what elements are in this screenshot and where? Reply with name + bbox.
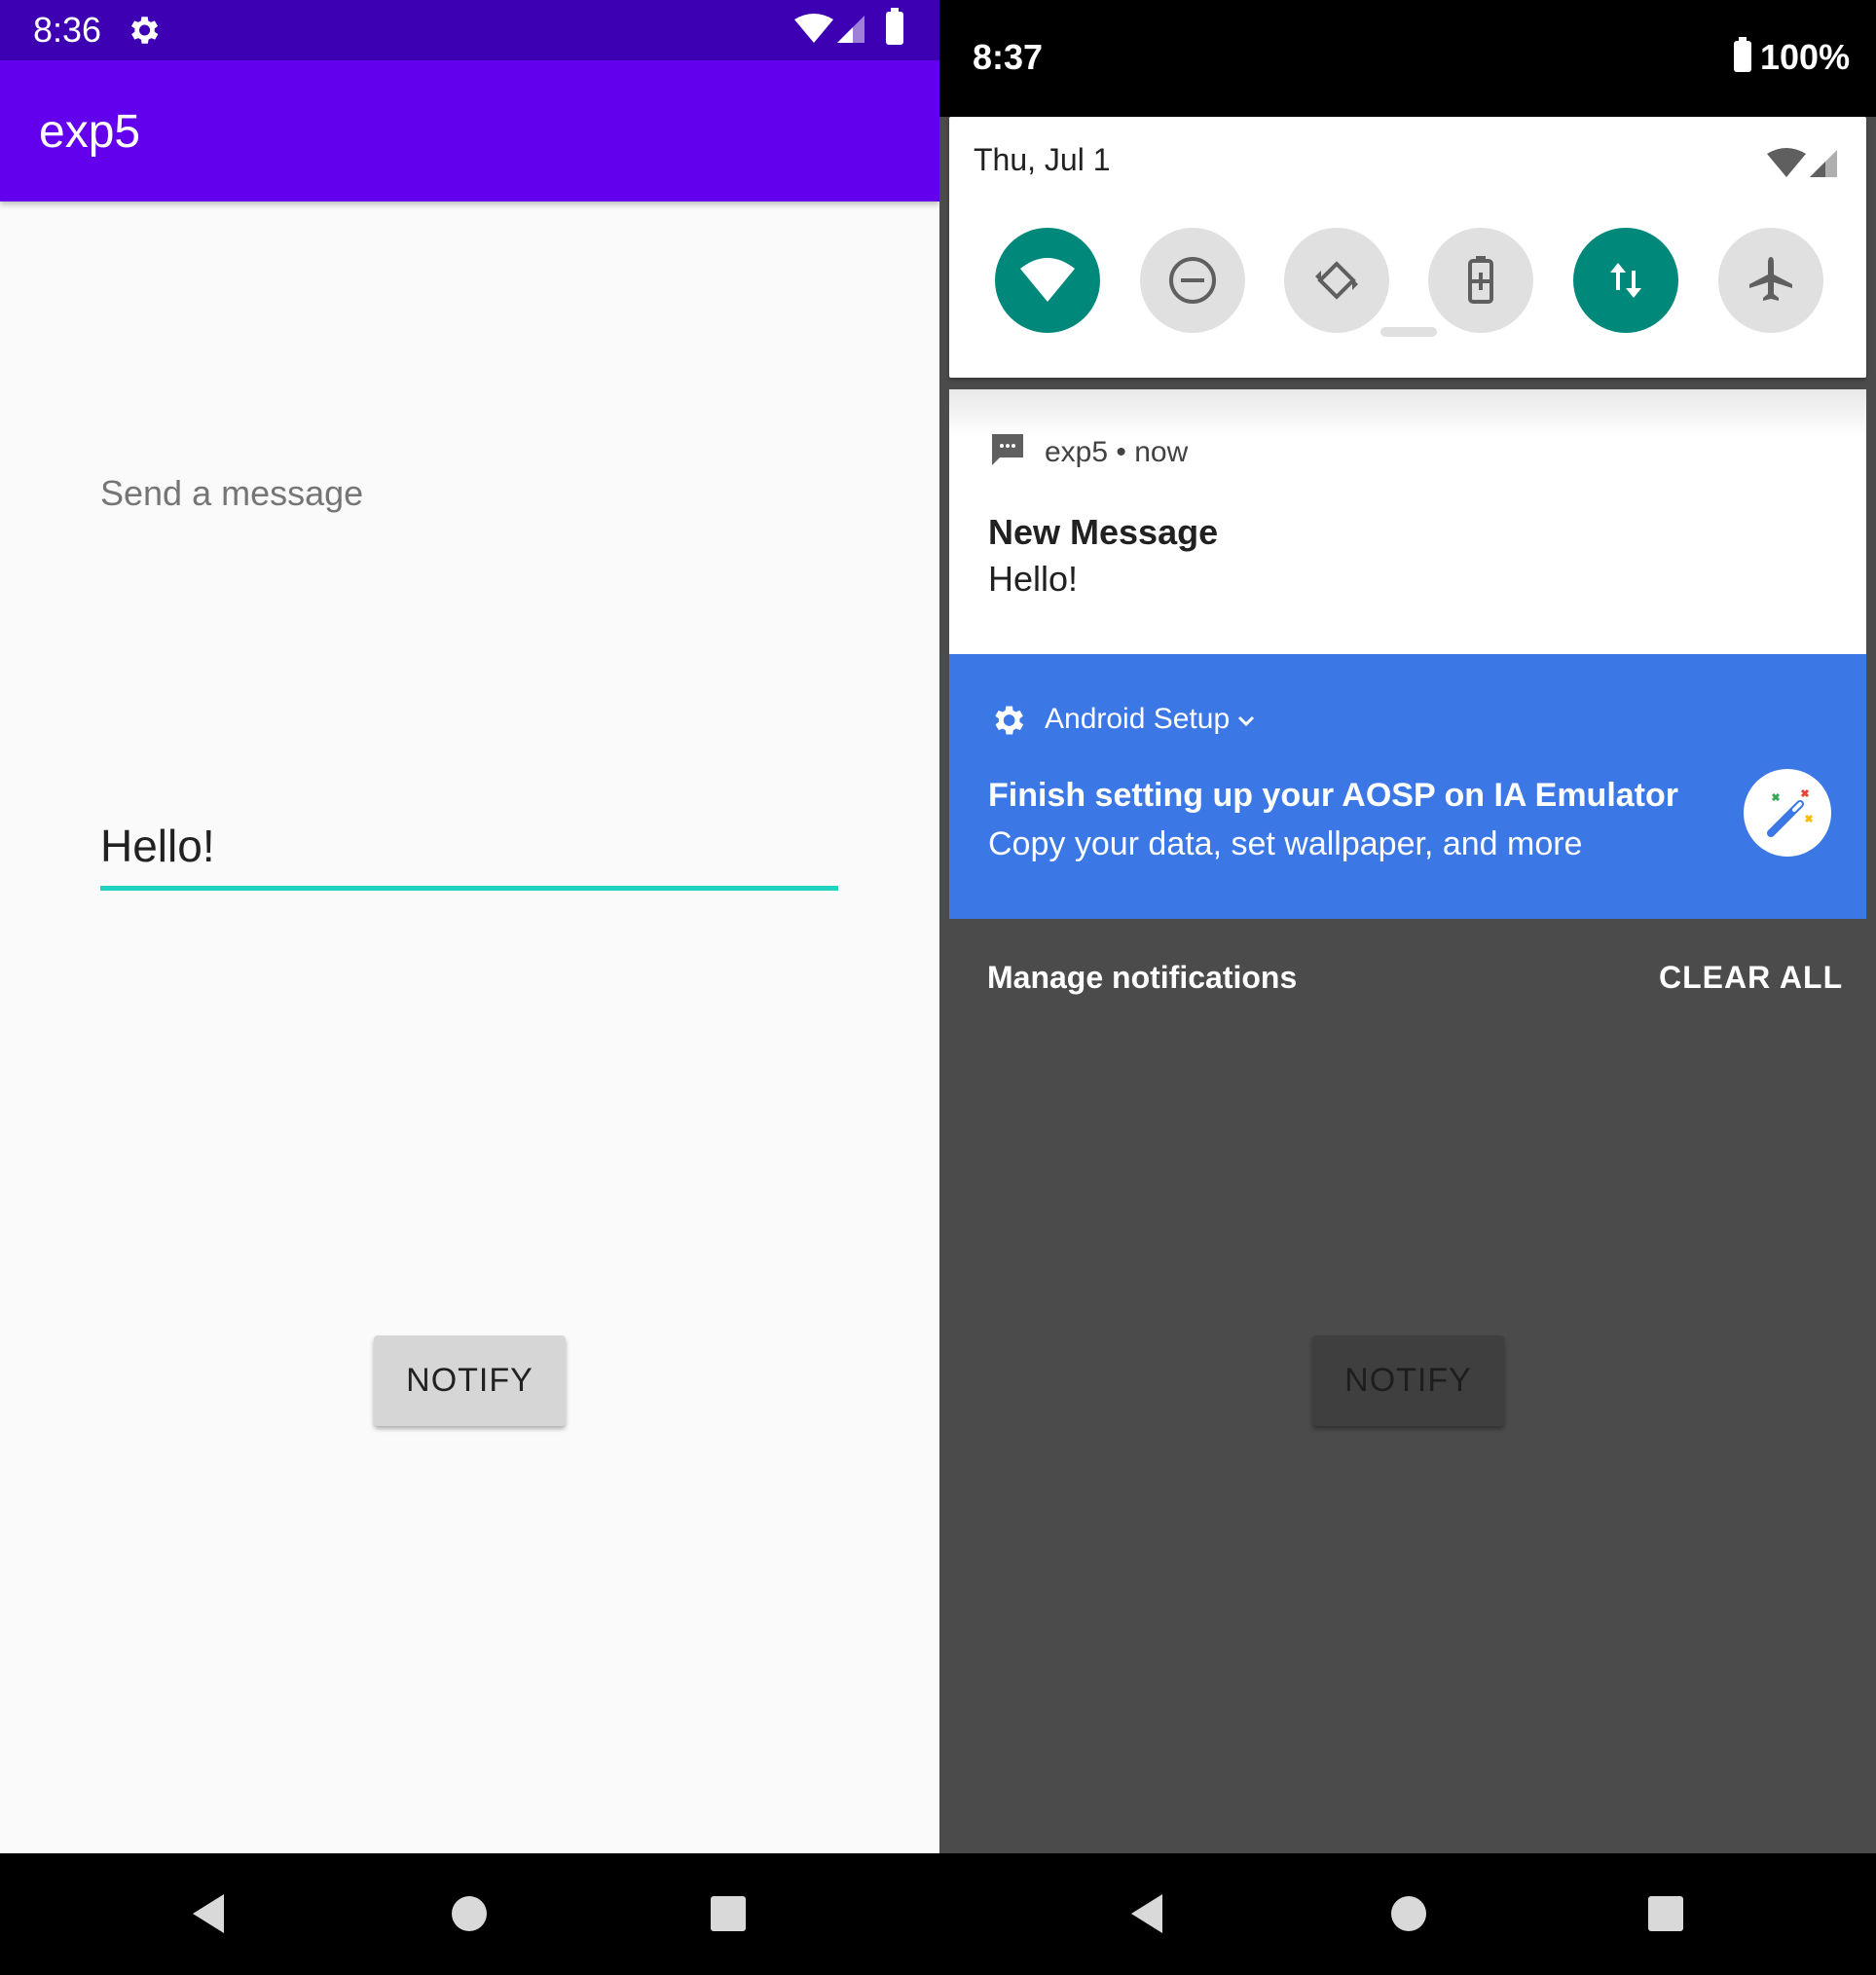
input-underline — [100, 886, 838, 891]
notification-header: exp5 • now — [1045, 436, 1189, 468]
home-icon[interactable] — [1391, 1896, 1426, 1931]
qs-date: Thu, Jul 1 — [974, 142, 1111, 177]
notification-text: Hello! — [988, 559, 1079, 599]
notification-title: New Message — [988, 512, 1219, 552]
back-icon[interactable] — [1127, 1892, 1166, 1935]
status-time: 8:37 — [973, 37, 1044, 77]
notification-shadow — [949, 389, 1866, 438]
battery-saver-icon — [1468, 256, 1493, 304]
message-input[interactable]: Hello! — [100, 816, 838, 894]
notify-button[interactable]: NOTIFY — [374, 1335, 566, 1426]
app-title: exp5 — [39, 106, 141, 158]
do-not-disturb-icon — [1169, 257, 1216, 304]
wifi-icon — [1767, 148, 1806, 177]
left-phone-screen: 8:36 exp5 Send a message Hello! NOTIFY — [0, 0, 939, 1853]
wifi-tile[interactable] — [995, 228, 1100, 333]
airplane-mode-icon — [1749, 257, 1792, 301]
back-icon[interactable] — [189, 1892, 228, 1935]
notification-title: Finish setting up your AOSP on IA Emulat… — [988, 777, 1679, 814]
mobile-data-icon — [1610, 263, 1641, 298]
wifi-icon — [794, 14, 833, 43]
app-bar: exp5 — [0, 60, 939, 201]
status-time: 8:36 — [33, 10, 102, 50]
notification-exp5[interactable]: exp5 • now New Message Hello! — [949, 389, 1866, 654]
cell-signal-icon — [1810, 150, 1837, 177]
mobile-data-tile[interactable] — [1573, 228, 1678, 333]
navigation-bar — [0, 1853, 939, 1975]
notify-button: NOTIFY — [1312, 1335, 1504, 1426]
message-label: Send a message — [100, 473, 364, 513]
message-input-value[interactable]: Hello! — [100, 820, 215, 872]
wifi-icon — [1020, 258, 1075, 302]
auto-rotate-tile[interactable] — [1284, 228, 1389, 333]
auto-rotate-icon — [1315, 261, 1358, 300]
battery-percent: 100% — [1760, 37, 1851, 77]
notification-android-setup[interactable]: Android Setup Finish setting up your AOS… — [949, 654, 1866, 919]
gear-icon — [995, 706, 1024, 735]
do-not-disturb-tile[interactable] — [1140, 228, 1245, 333]
clear-all-button[interactable]: CLEAR ALL — [1659, 960, 1843, 996]
notification-app-name: Android Setup — [1045, 703, 1231, 735]
recents-icon[interactable] — [1648, 1896, 1683, 1931]
qs-drag-handle[interactable] — [1380, 327, 1437, 337]
notification-app-name: exp5 — [1045, 436, 1109, 468]
setup-wand-icon — [1744, 769, 1831, 857]
battery-saver-tile[interactable] — [1428, 228, 1533, 333]
home-icon[interactable] — [452, 1896, 487, 1931]
recents-icon[interactable] — [711, 1896, 746, 1931]
gear-icon — [130, 17, 159, 44]
manage-notifications-button[interactable]: Manage notifications — [987, 960, 1297, 996]
airplane-mode-tile[interactable] — [1718, 228, 1823, 333]
notification-time: now — [1134, 436, 1189, 468]
battery-icon — [1734, 37, 1751, 72]
quick-settings-panel: Thu, Jul 1 — [949, 117, 1866, 378]
battery-icon — [886, 8, 903, 45]
status-bar: 8:37 100% — [939, 0, 1876, 117]
chevron-down-icon[interactable] — [1235, 711, 1257, 732]
right-phone-screen: 8:37 100% Thu, Jul 1 exp5 • now New Mess… — [939, 0, 1876, 1853]
notification-text: Copy your data, set wallpaper, and more — [988, 825, 1583, 862]
navigation-bar — [939, 1853, 1876, 1975]
message-icon — [992, 434, 1023, 465]
cell-signal-icon — [837, 16, 864, 43]
status-bar: 8:36 — [0, 0, 939, 60]
